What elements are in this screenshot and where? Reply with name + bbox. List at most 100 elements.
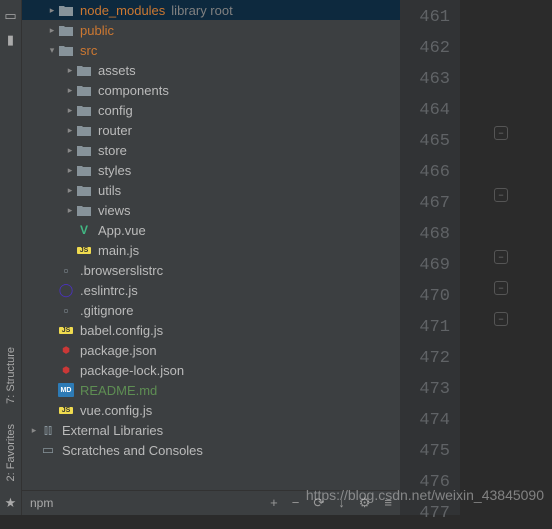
project-icon[interactable]: ▭ — [3, 8, 19, 24]
vue-icon: V — [76, 223, 92, 237]
tree-item[interactable]: ▸ views — [22, 200, 400, 220]
line-number: 465 — [400, 126, 450, 157]
lib-icon: ⫾⫾ — [40, 423, 56, 437]
expand-arrow-icon[interactable]: ▸ — [64, 165, 76, 176]
expand-arrow-icon[interactable]: ▸ — [64, 205, 76, 216]
toolbar-button-0[interactable]: + — [270, 495, 278, 511]
toolbar-button-1[interactable]: − — [292, 495, 300, 511]
tree-item[interactable]: V App.vue — [22, 220, 400, 240]
tree-item[interactable]: ⬢package.json — [22, 340, 400, 360]
line-number: 462 — [400, 33, 450, 64]
tree-item-label: Scratches and Consoles — [62, 443, 203, 458]
tree-item-label: src — [80, 43, 97, 58]
tree-item-label: main.js — [98, 243, 139, 258]
line-number: 474 — [400, 405, 450, 436]
folder-icon — [58, 43, 74, 57]
tree-item-label: utils — [98, 183, 121, 198]
editor-gutter: 4614624634644654664674684694704714724734… — [400, 0, 460, 515]
tree-item[interactable]: ▫ .gitignore — [22, 300, 400, 320]
tree-item-label: babel.config.js — [80, 323, 163, 338]
tree-item-label: store — [98, 143, 127, 158]
expand-arrow-icon[interactable]: ▸ — [28, 425, 40, 436]
folder-icon[interactable]: ▮ — [3, 32, 19, 48]
folder-icon — [76, 163, 92, 177]
tree-item[interactable]: ▸ store — [22, 140, 400, 160]
folder-icon — [76, 203, 92, 217]
line-number: 471 — [400, 312, 450, 343]
eslint-icon: ◯ — [58, 283, 74, 297]
line-number: 473 — [400, 374, 450, 405]
fold-marker-icon[interactable]: − — [494, 188, 508, 202]
tool-sidebar: ▭ ▮ 7: Structure 2: Favorites ★ — [0, 0, 22, 515]
line-number: 475 — [400, 436, 450, 467]
expand-arrow-icon[interactable]: ▸ — [64, 185, 76, 196]
tree-item[interactable]: ▸ config — [22, 100, 400, 120]
tree-item[interactable]: JSvue.config.js — [22, 400, 400, 420]
tree-item[interactable]: ▸ public — [22, 20, 400, 40]
file-icon: ▫ — [58, 303, 74, 317]
tree-item-label: .browserslistrc — [80, 263, 163, 278]
tree-item[interactable]: ▸⫾⫾ External Libraries — [22, 420, 400, 440]
tree-item[interactable]: ▸ utils — [22, 180, 400, 200]
folder-icon — [76, 103, 92, 117]
line-number: 468 — [400, 219, 450, 250]
expand-arrow-icon[interactable]: ▸ — [64, 105, 76, 116]
fold-marker-icon[interactable]: − — [494, 281, 508, 295]
folder-icon — [58, 23, 74, 37]
tree-item[interactable]: JS main.js — [22, 240, 400, 260]
md-icon: MD — [58, 383, 74, 397]
tree-item[interactable]: ▭ Scratches and Consoles — [22, 440, 400, 460]
folder-icon — [76, 183, 92, 197]
tree-item[interactable]: ▫.browserslistrc — [22, 260, 400, 280]
expand-arrow-icon[interactable]: ▸ — [64, 85, 76, 96]
tree-item[interactable]: ▸router — [22, 120, 400, 140]
fold-marker-icon[interactable]: − — [494, 312, 508, 326]
line-number: 464 — [400, 95, 450, 126]
folder-icon — [76, 63, 92, 77]
line-number: 470 — [400, 281, 450, 312]
line-number: 461 — [400, 2, 450, 33]
fold-marker-icon[interactable]: − — [494, 126, 508, 140]
tab-favorites[interactable]: 2: Favorites — [5, 424, 17, 481]
tree-item[interactable]: ◯.eslintrc.js — [22, 280, 400, 300]
tree-item-label: public — [80, 23, 114, 38]
expand-arrow-icon[interactable]: ▾ — [46, 45, 58, 56]
tree-item-label: assets — [98, 63, 136, 78]
expand-arrow-icon[interactable]: ▸ — [64, 125, 76, 136]
tree-item-label: config — [98, 103, 133, 118]
tree-item[interactable]: ▸ node_modules library root — [22, 0, 400, 20]
line-number: 466 — [400, 157, 450, 188]
fold-marker-icon[interactable]: − — [494, 250, 508, 264]
npm-tab[interactable]: npm — [30, 496, 53, 510]
tree-item[interactable]: ▸ assets — [22, 60, 400, 80]
tree-item-label: .gitignore — [80, 303, 133, 318]
tree-item-label: README.md — [80, 383, 157, 398]
tab-structure[interactable]: 7: Structure — [5, 347, 17, 404]
watermark: https://blog.csdn.net/weixin_43845090 — [306, 487, 544, 503]
js-icon: JS — [58, 323, 74, 337]
tree-item[interactable]: ▾ src — [22, 40, 400, 60]
expand-arrow-icon[interactable]: ▸ — [46, 5, 58, 16]
star-icon[interactable]: ★ — [3, 495, 19, 511]
line-number: 467 — [400, 188, 450, 219]
tree-item-label: node_modules — [80, 3, 165, 18]
tree-item[interactable]: MD README.md — [22, 380, 400, 400]
tree-item-label: External Libraries — [62, 423, 163, 438]
tree-item[interactable]: ⬢package-lock.json — [22, 360, 400, 380]
tree-item-label: package-lock.json — [80, 363, 184, 378]
expand-arrow-icon[interactable]: ▸ — [64, 145, 76, 156]
tree-item[interactable]: ▸ components — [22, 80, 400, 100]
folder-icon — [76, 123, 92, 137]
tree-item-suffix: library root — [171, 3, 232, 18]
tree-item-label: vue.config.js — [80, 403, 152, 418]
tree-item-label: App.vue — [98, 223, 146, 238]
js-icon: JS — [76, 243, 92, 257]
expand-arrow-icon[interactable]: ▸ — [46, 25, 58, 36]
expand-arrow-icon[interactable]: ▸ — [64, 65, 76, 76]
tree-item[interactable]: JS babel.config.js — [22, 320, 400, 340]
tree-item[interactable]: ▸styles — [22, 160, 400, 180]
project-tree[interactable]: ▸ node_modules library root ▸ public ▾ src ▸ ass… — [22, 0, 400, 490]
tree-item-label: views — [98, 203, 131, 218]
scratch-icon: ▭ — [40, 443, 56, 457]
tree-item-label: components — [98, 83, 169, 98]
